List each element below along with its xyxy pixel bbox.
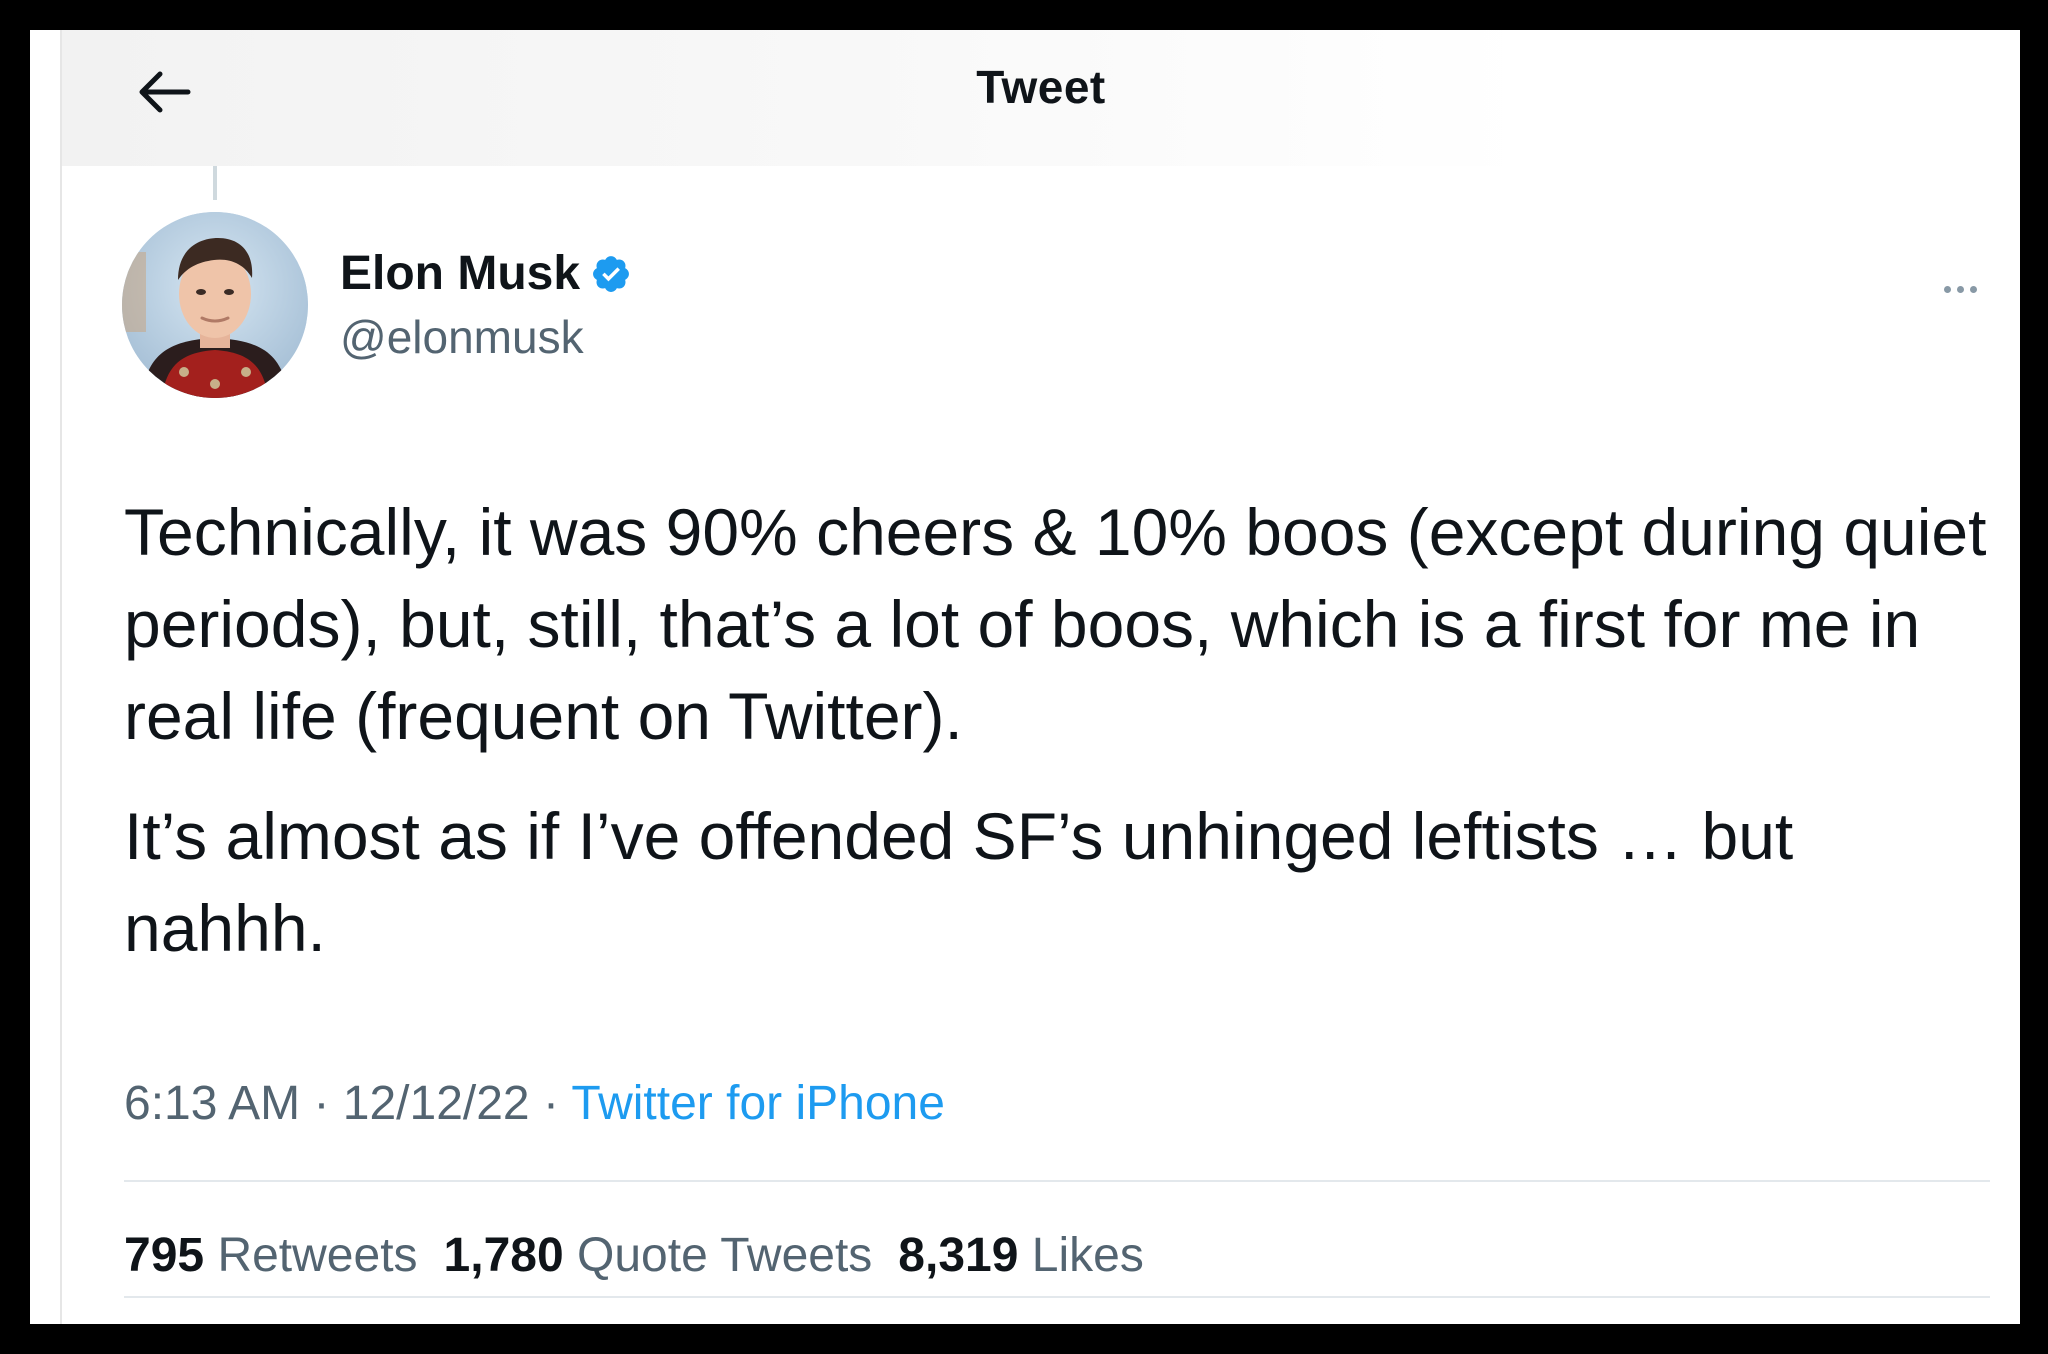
likes-stat[interactable]: 8,319 Likes xyxy=(898,1228,1144,1283)
likes-count: 8,319 xyxy=(898,1229,1019,1282)
tweet-source-link[interactable]: Twitter for iPhone xyxy=(571,1077,945,1130)
tweet-screenshot: Tweet Elon Musk @elonmusk Technically, i… xyxy=(30,30,2020,1324)
likes-label: Likes xyxy=(1031,1229,1144,1282)
quote-tweets-label: Quote Tweets xyxy=(577,1229,873,1282)
author-display-name[interactable]: Elon Musk xyxy=(340,246,580,301)
meta-separator: · xyxy=(542,1077,559,1130)
tweet-paragraph: It’s almost as if I’ve offended SF’s unh… xyxy=(124,799,1794,965)
more-dot-icon xyxy=(1969,285,1977,293)
divider xyxy=(124,1296,1990,1298)
avatar[interactable] xyxy=(122,212,308,398)
verified-badge-icon xyxy=(593,255,629,292)
author-name-row[interactable]: Elon Musk xyxy=(340,246,632,301)
meta-separator: · xyxy=(313,1077,330,1130)
quote-tweets-stat[interactable]: 1,780 Quote Tweets xyxy=(444,1228,873,1283)
tweet-time[interactable]: 6:13 AM xyxy=(124,1077,300,1130)
tweet-metadata: 6:13 AM · 12/12/22 · Twitter for iPhone xyxy=(124,1076,945,1131)
page-title: Tweet xyxy=(976,61,1106,113)
top-bar: Tweet xyxy=(62,30,2020,166)
more-dot-icon xyxy=(1943,285,1951,293)
avatar-image xyxy=(122,212,308,398)
tweet-body: Technically, it was 90% cheers & 10% boo… xyxy=(124,486,2004,1002)
divider xyxy=(124,1180,1990,1182)
more-dot-icon xyxy=(1956,285,1964,293)
engagement-stats: 795 Retweets 1,780 Quote Tweets 8,319 Li… xyxy=(124,1228,1144,1283)
tweet-paragraph: Technically, it was 90% cheers & 10% boo… xyxy=(124,495,1987,753)
more-options-button[interactable] xyxy=(1930,274,1990,304)
retweets-label: Retweets xyxy=(217,1229,418,1282)
left-border xyxy=(60,30,62,1324)
tweet-date[interactable]: 12/12/22 xyxy=(343,1077,530,1130)
quote-tweets-count: 1,780 xyxy=(443,1229,564,1282)
thread-connector-line xyxy=(213,166,217,200)
retweets-count: 795 xyxy=(124,1229,205,1282)
author-handle[interactable]: @elonmusk xyxy=(340,310,584,364)
retweets-stat[interactable]: 795 Retweets xyxy=(124,1228,418,1283)
